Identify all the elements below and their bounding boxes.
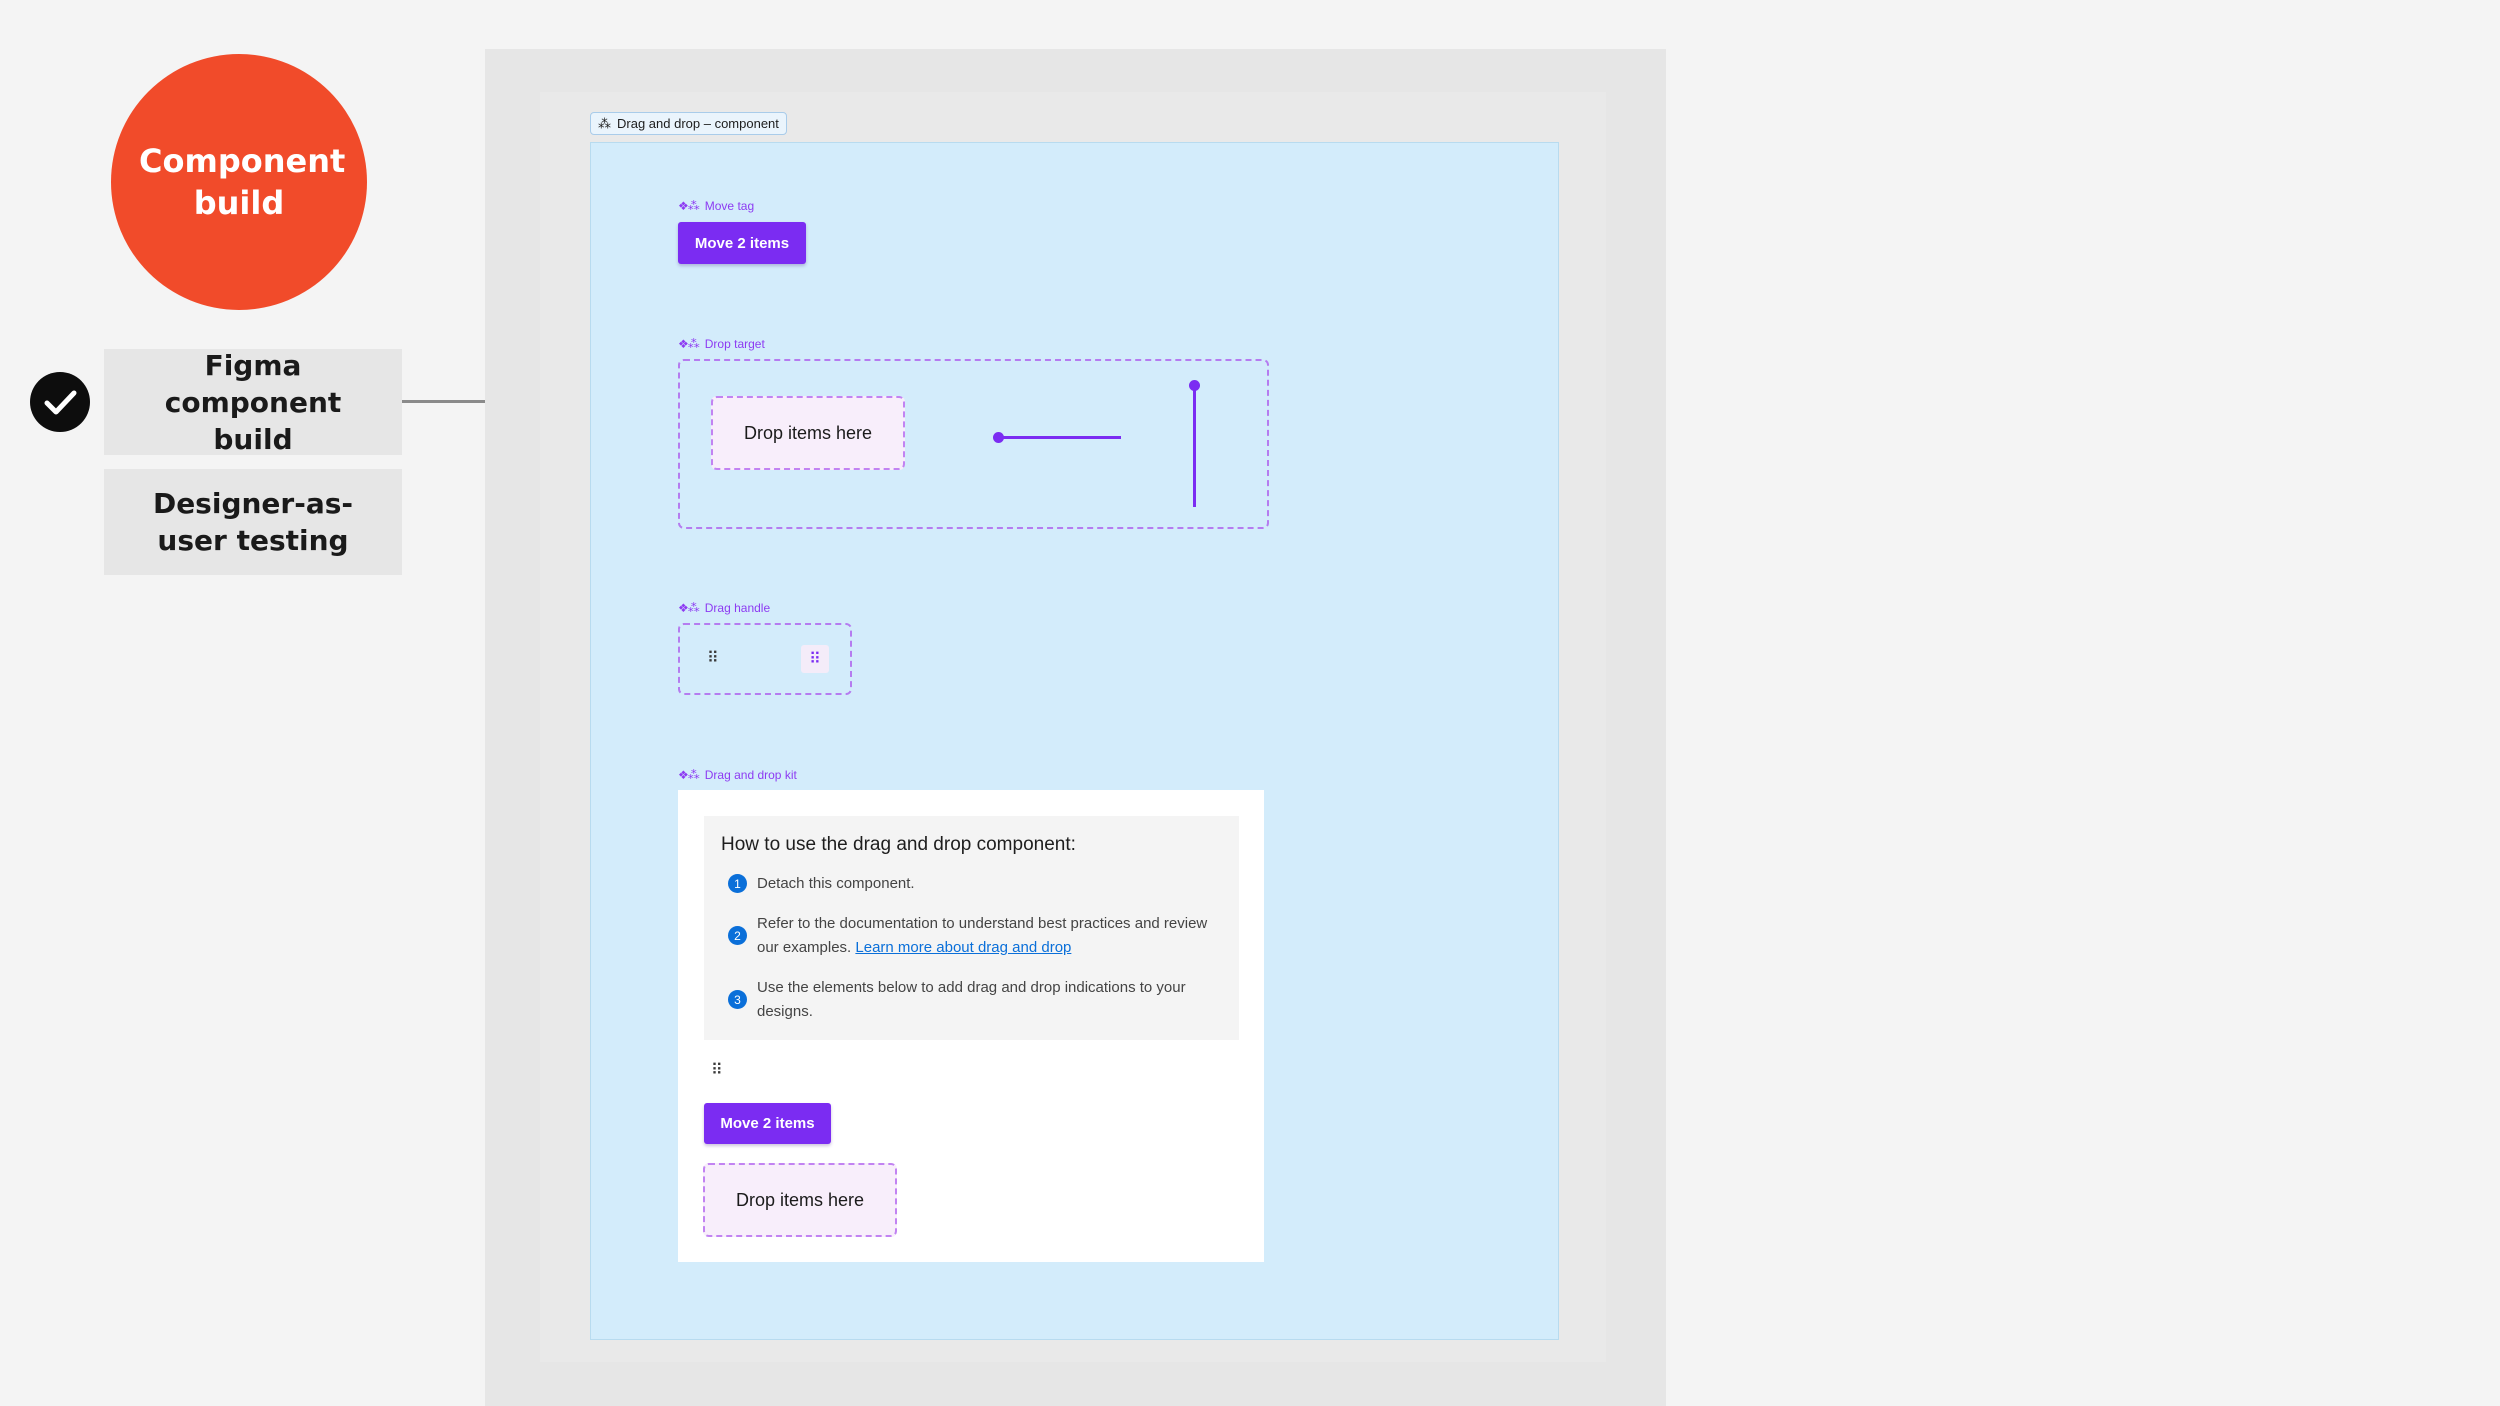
drag-handle-label[interactable]: ❖⁂ Drag handle bbox=[678, 601, 770, 615]
phase-title: Component build bbox=[139, 142, 346, 222]
drag-grip-icon[interactable]: ⠿ bbox=[711, 1063, 723, 1079]
kit-drop-zone[interactable]: Drop items here bbox=[703, 1163, 897, 1237]
move-tag-label[interactable]: ❖⁂ Move tag bbox=[678, 199, 754, 213]
drop-indicator-vertical bbox=[1193, 385, 1196, 507]
move-items-button[interactable]: Move 2 items bbox=[678, 222, 806, 264]
instructions-title: How to use the drag and drop component: bbox=[721, 834, 1076, 855]
kit-label-text: Drag and drop kit bbox=[704, 768, 797, 782]
process-step-label: Figma component build bbox=[164, 348, 342, 456]
instruction-step: Detach this component. bbox=[757, 872, 1217, 896]
step-number-badge: 3 bbox=[728, 990, 747, 1009]
component-icon: ⁂ bbox=[598, 116, 611, 131]
drag-grip-icon[interactable]: ⠿ bbox=[707, 651, 719, 667]
process-step-label: Designer-as-user testing bbox=[152, 487, 354, 557]
drag-grip-active-icon[interactable]: ⠿ bbox=[801, 645, 829, 673]
step-number-badge: 2 bbox=[728, 926, 747, 945]
drop-target-label[interactable]: ❖⁂ Drop target bbox=[678, 337, 765, 351]
drop-zone[interactable]: Drop items here bbox=[711, 396, 905, 470]
process-step-figma-build: Figma component build bbox=[104, 348, 402, 456]
kit-label[interactable]: ❖⁂ Drag and drop kit bbox=[678, 768, 797, 782]
step-number-badge: 1 bbox=[728, 874, 747, 893]
drag-handle-label-text: Drag handle bbox=[704, 601, 771, 615]
component-icon: ❖⁂ bbox=[678, 601, 700, 615]
drop-target-label-text: Drop target bbox=[704, 337, 765, 351]
phase-badge: Component build bbox=[111, 54, 367, 310]
frame-label[interactable]: ⁂ Drag and drop – component bbox=[590, 112, 787, 135]
process-step-user-testing: Designer-as-user testing bbox=[104, 469, 402, 575]
instruction-step-text: Use the elements below to add drag and d… bbox=[757, 979, 1186, 1020]
learn-more-link[interactable]: Learn more about drag and drop bbox=[855, 939, 1071, 956]
component-icon: ❖⁂ bbox=[678, 199, 700, 213]
instruction-step-text: Detach this component. bbox=[757, 875, 915, 892]
instruction-step: Use the elements below to add drag and d… bbox=[757, 976, 1217, 1024]
check-circle-icon bbox=[30, 372, 90, 432]
component-icon: ❖⁂ bbox=[678, 337, 700, 351]
drop-indicator-horizontal bbox=[999, 436, 1121, 439]
kit-move-items-button[interactable]: Move 2 items bbox=[704, 1103, 831, 1144]
component-icon: ❖⁂ bbox=[678, 768, 700, 782]
frame-label-text: Drag and drop – component bbox=[617, 116, 779, 131]
instruction-step: Refer to the documentation to understand… bbox=[757, 912, 1217, 960]
move-tag-label-text: Move tag bbox=[704, 199, 755, 213]
connector-line bbox=[402, 400, 485, 403]
